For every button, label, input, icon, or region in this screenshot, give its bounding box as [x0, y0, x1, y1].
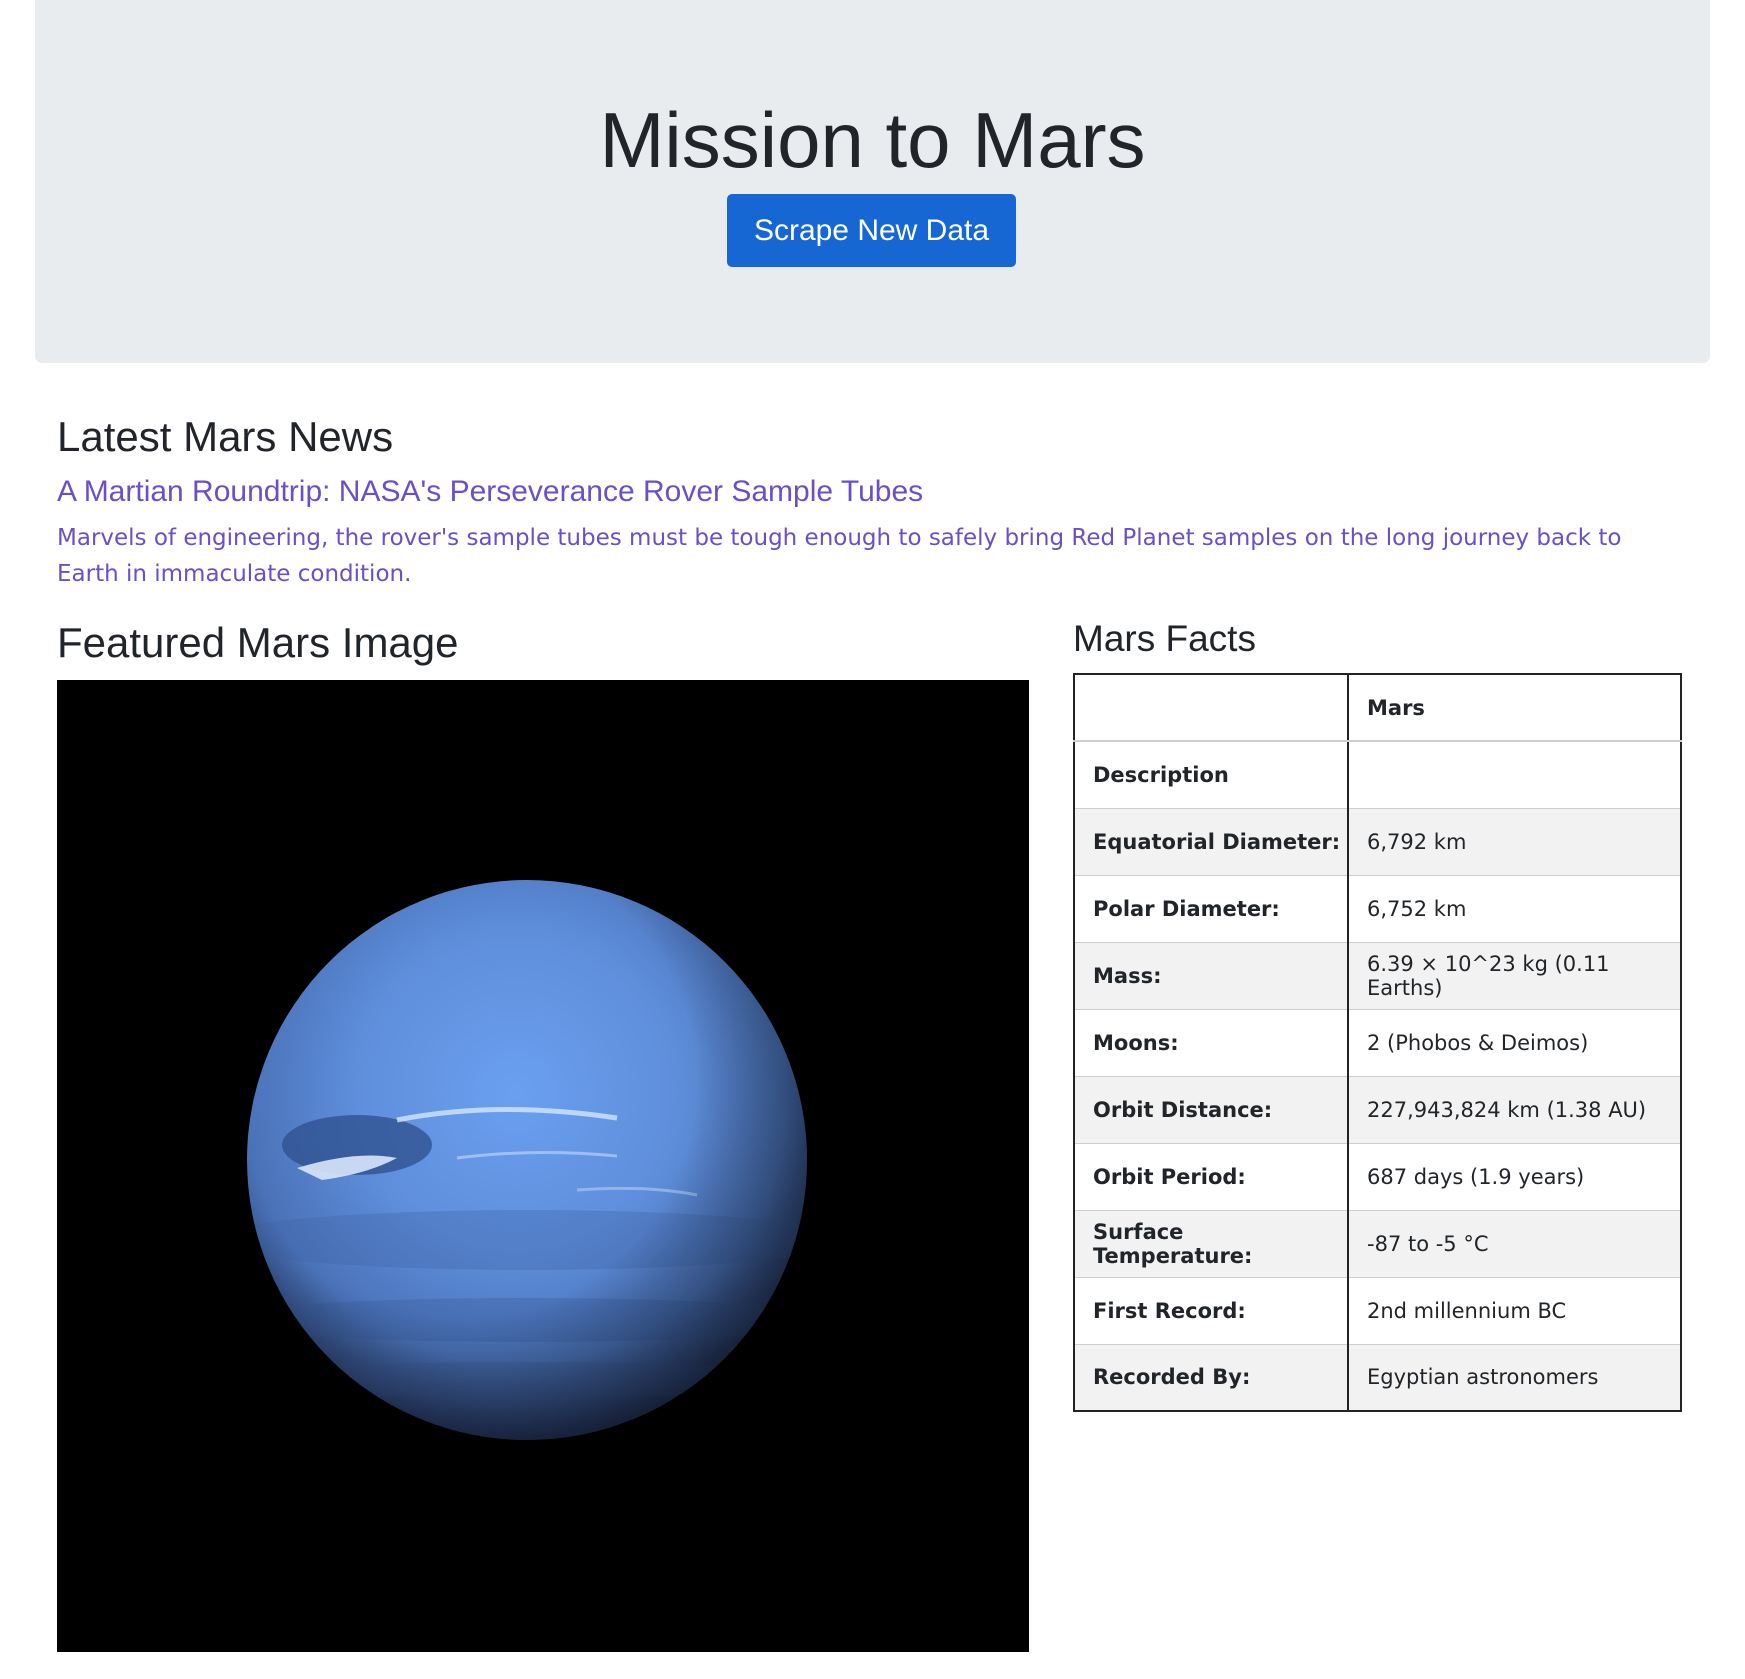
row-value	[1348, 741, 1681, 809]
news-teaser-text: Marvels of engineering, the rover's samp…	[57, 525, 1622, 587]
column-header-label	[1074, 674, 1349, 742]
table-row: Orbit Period: 687 days (1.9 years)	[1074, 1143, 1681, 1211]
row-value: 2 (Phobos & Deimos)	[1348, 1009, 1681, 1077]
column-header-mars: Mars	[1348, 674, 1681, 742]
row-label: Equatorial Diameter:	[1074, 808, 1349, 876]
featured-image-heading: Featured Mars Image	[57, 619, 459, 666]
table-row: Mass: 6.39 × 10^23 kg (0.11 Earths)	[1074, 942, 1681, 1010]
row-value: Egyptian astronomers	[1348, 1344, 1681, 1411]
row-value: 6,792 km	[1348, 808, 1681, 876]
table-row: Equatorial Diameter: 6,792 km	[1074, 808, 1681, 876]
row-label: Orbit Period:	[1074, 1143, 1349, 1211]
page-title: Mission to Mars	[599, 96, 1146, 184]
row-label: Mass:	[1074, 942, 1349, 1010]
row-label: Polar Diameter:	[1074, 875, 1349, 943]
row-value: 6.39 × 10^23 kg (0.11 Earths)	[1348, 942, 1681, 1010]
table-row: Orbit Distance: 227,943,824 km (1.38 AU)	[1074, 1076, 1681, 1144]
scrape-new-data-button[interactable]: Scrape New Data	[727, 194, 1016, 267]
table-row: Recorded By: Egyptian astronomers	[1074, 1344, 1681, 1411]
row-label: First Record:	[1074, 1277, 1349, 1345]
table-row: Moons: 2 (Phobos & Deimos)	[1074, 1009, 1681, 1077]
mars-facts-heading: Mars Facts	[1073, 618, 1256, 659]
jumbotron-header: Mission to Mars Scrape New Data	[35, 0, 1710, 363]
table-row: Surface Temperature: -87 to -5 °C	[1074, 1210, 1681, 1278]
row-label: Description	[1074, 741, 1349, 809]
row-value: 6,752 km	[1348, 875, 1681, 943]
row-label: Moons:	[1074, 1009, 1349, 1077]
planet-photo	[57, 680, 1029, 1652]
row-value: -87 to -5 °C	[1348, 1210, 1681, 1278]
news-title-link[interactable]: A Martian Roundtrip: NASA's Perseverance…	[57, 472, 923, 512]
mars-facts-table: Mars Description Equatorial Diameter: 6,…	[1073, 673, 1682, 1412]
table-row: Polar Diameter: 6,752 km	[1074, 875, 1681, 943]
table-row: Description	[1074, 741, 1681, 809]
row-value: 687 days (1.9 years)	[1348, 1143, 1681, 1211]
latest-news-heading: Latest Mars News	[57, 413, 394, 460]
row-value: 2nd millennium BC	[1348, 1277, 1681, 1345]
featured-mars-image[interactable]	[57, 680, 1029, 1652]
row-value: 227,943,824 km (1.38 AU)	[1348, 1076, 1681, 1144]
row-label: Surface Temperature:	[1074, 1210, 1349, 1278]
row-label: Orbit Distance:	[1074, 1076, 1349, 1144]
table-header-row: Mars	[1074, 674, 1681, 742]
table-row: First Record: 2nd millennium BC	[1074, 1277, 1681, 1345]
row-label: Recorded By:	[1074, 1344, 1349, 1411]
